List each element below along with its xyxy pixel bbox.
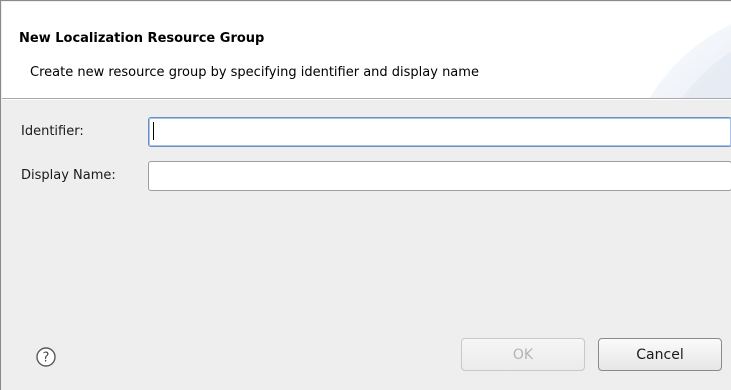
identifier-label: Identifier:: [21, 124, 84, 139]
dialog-header: New Localization Resource Group Create n…: [2, 2, 731, 98]
header-separator: [2, 98, 731, 100]
text-caret: [153, 122, 154, 140]
identifier-input[interactable]: [148, 117, 731, 147]
dialog-description: Create new resource group by specifying …: [30, 65, 479, 80]
ok-button[interactable]: OK: [461, 338, 585, 371]
header-decoration: [649, 24, 731, 98]
dialog-title: New Localization Resource Group: [19, 31, 265, 46]
svg-text:?: ?: [43, 351, 50, 366]
display-name-input[interactable]: [148, 161, 731, 191]
cancel-button[interactable]: Cancel: [598, 338, 722, 371]
display-name-label: Display Name:: [21, 168, 116, 183]
help-icon[interactable]: ?: [35, 346, 57, 368]
new-resource-group-dialog: New Localization Resource Group Create n…: [0, 0, 731, 390]
